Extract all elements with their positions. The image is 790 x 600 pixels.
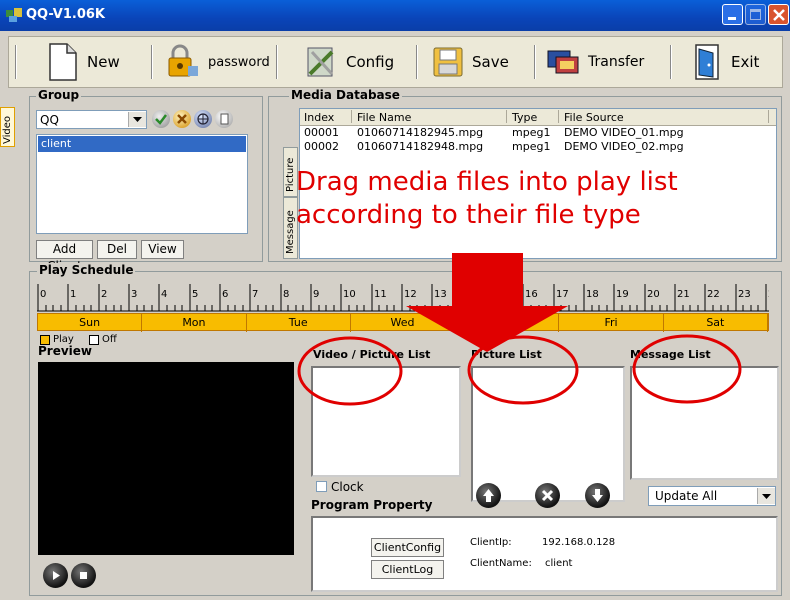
annotation-overlay bbox=[297, 253, 742, 406]
down-arrow-icon bbox=[406, 253, 568, 352]
highlight-ring bbox=[467, 335, 579, 405]
highlight-ring bbox=[632, 334, 742, 404]
highlight-ring bbox=[297, 336, 403, 406]
